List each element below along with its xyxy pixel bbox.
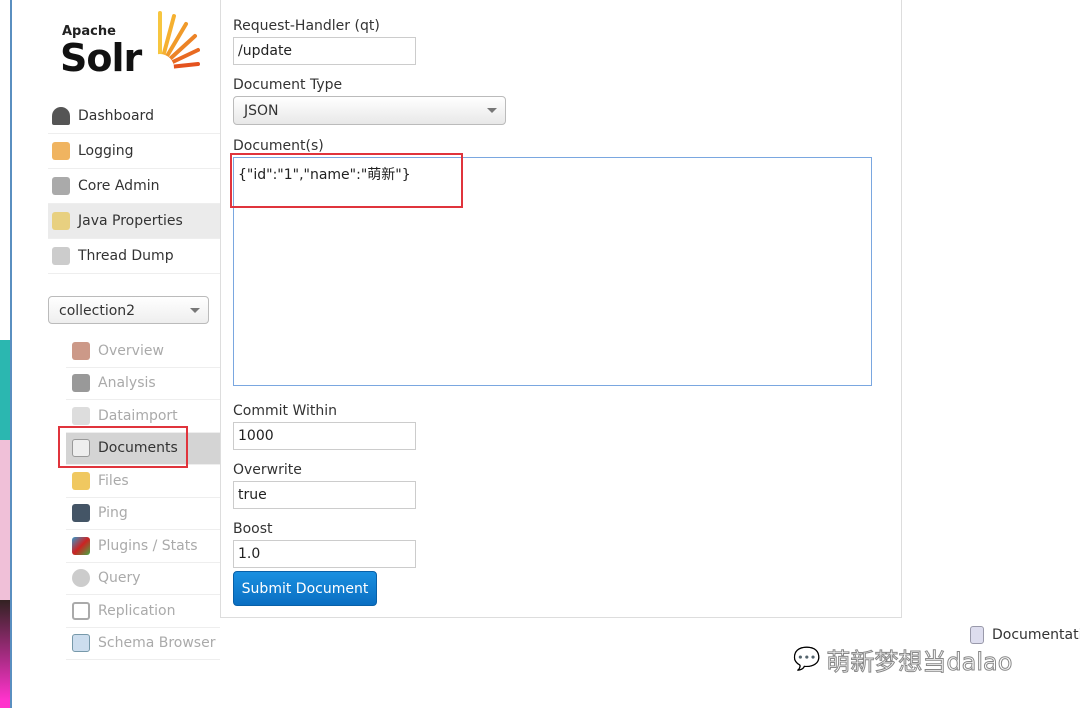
core-selector[interactable]: collection2 (48, 296, 209, 324)
plugins-icon (72, 536, 90, 555)
watermark: 💬 萌新梦想当dalao (792, 642, 1013, 677)
overwrite-label: Overwrite (233, 462, 302, 478)
dataimport-icon (72, 406, 90, 425)
wechat-icon: 💬 (792, 647, 821, 673)
logging-icon (52, 142, 70, 160)
menu-label: Query (98, 570, 141, 587)
overwrite-input[interactable]: true (233, 481, 416, 509)
core-menu-schema-browser[interactable]: Schema Browser (66, 628, 220, 660)
core-menu-ping[interactable]: Ping (66, 498, 220, 530)
main-nav: Dashboard Logging Core Admin Java Proper… (48, 99, 220, 274)
commit-within-label: Commit Within (233, 403, 337, 419)
menu-label: Replication (98, 602, 176, 619)
handler-label: Request-Handler (qt) (233, 18, 380, 34)
highlight-document-json (230, 153, 463, 208)
core-menu-replication[interactable]: Replication (66, 595, 220, 628)
nav-core-admin[interactable]: Core Admin (48, 169, 220, 204)
menu-label: Schema Browser (98, 635, 216, 652)
boost-label: Boost (233, 521, 273, 537)
submit-document-button[interactable]: Submit Document (233, 571, 377, 606)
chevron-down-icon (190, 308, 200, 318)
book-icon (72, 634, 90, 653)
nav-dashboard[interactable]: Dashboard (48, 99, 220, 134)
home-icon (72, 341, 90, 360)
handler-input[interactable]: /update (233, 37, 416, 65)
menu-label: Overview (98, 342, 164, 359)
logo-solr-text: Solr (60, 36, 142, 80)
dashboard-icon (52, 107, 70, 125)
background-window-edge (0, 0, 12, 708)
documents-label: Document(s) (233, 138, 324, 154)
thread-dump-icon (52, 247, 70, 265)
documentation-label: Documentati (992, 627, 1080, 643)
replication-icon (72, 601, 90, 620)
highlight-documents (58, 426, 188, 468)
doctype-label: Document Type (233, 77, 343, 93)
ping-icon (72, 504, 90, 523)
core-menu-analysis[interactable]: Analysis (66, 368, 220, 400)
core-menu-plugins[interactable]: Plugins / Stats (66, 530, 220, 563)
menu-label: Dataimport (98, 407, 178, 424)
core-menu-query[interactable]: Query (66, 563, 220, 595)
core-menu: Overview Analysis Dataimport Documents F… (66, 335, 220, 660)
java-properties-icon (52, 212, 70, 230)
nav-label: Java Properties (78, 213, 183, 229)
boost-input[interactable]: 1.0 (233, 540, 416, 568)
core-menu-overview[interactable]: Overview (66, 335, 220, 368)
sun-icon (146, 11, 200, 78)
nav-label: Thread Dump (78, 248, 174, 264)
nav-java-properties[interactable]: Java Properties (48, 204, 220, 239)
core-admin-icon (52, 177, 70, 195)
watermark-text: 萌新梦想当dalao (826, 648, 1013, 677)
doctype-value: JSON (244, 103, 279, 119)
magnifier-icon (72, 569, 90, 588)
nav-label: Dashboard (78, 108, 154, 124)
menu-label: Plugins / Stats (98, 537, 198, 554)
nav-label: Logging (78, 143, 134, 159)
menu-label: Analysis (98, 375, 156, 392)
core-selector-value: collection2 (59, 303, 136, 319)
funnel-icon (72, 374, 90, 393)
core-menu-files[interactable]: Files (66, 465, 220, 498)
doctype-select[interactable]: JSON (233, 96, 506, 125)
chevron-down-icon (487, 108, 497, 118)
menu-label: Files (98, 472, 129, 489)
nav-thread-dump[interactable]: Thread Dump (48, 239, 220, 274)
folder-icon (72, 471, 90, 490)
nav-logging[interactable]: Logging (48, 134, 220, 169)
nav-label: Core Admin (78, 178, 160, 194)
menu-label: Ping (98, 505, 128, 522)
solr-logo[interactable]: Apache Solr (60, 8, 200, 80)
commit-within-input[interactable]: 1000 (233, 422, 416, 450)
